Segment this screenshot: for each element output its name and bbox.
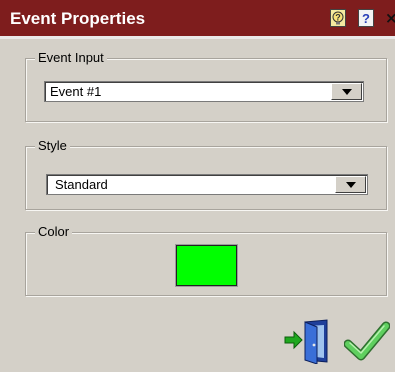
color-legend: Color <box>35 224 73 239</box>
context-help-icon: ? <box>332 11 344 25</box>
event-input-legend: Event Input <box>35 50 107 65</box>
context-help-button[interactable]: ? <box>330 9 346 27</box>
style-dropdown-button[interactable] <box>335 176 366 193</box>
event-input-dropdown-button[interactable] <box>331 83 362 100</box>
style-value: Standard <box>55 177 108 192</box>
window-title: Event Properties <box>10 9 146 28</box>
style-dropdown[interactable]: Standard <box>46 174 368 195</box>
ok-button[interactable] <box>343 320 391 362</box>
event-input-dropdown[interactable]: Event #1 <box>44 81 364 102</box>
checkmark-icon <box>343 321 391 361</box>
exit-door-icon <box>284 319 328 365</box>
svg-text:?: ? <box>335 13 341 23</box>
help-icon: ? <box>362 10 370 26</box>
close-button[interactable]: × <box>385 9 395 27</box>
help-button[interactable]: ? <box>358 9 374 27</box>
exit-button[interactable] <box>283 318 335 365</box>
chevron-down-icon <box>346 182 356 188</box>
chevron-down-icon <box>342 89 352 95</box>
style-legend: Style <box>35 138 70 153</box>
event-input-value: Event #1 <box>50 84 102 99</box>
color-swatch[interactable] <box>176 245 237 286</box>
title-bar: Event Properties ? ? × <box>0 0 395 39</box>
